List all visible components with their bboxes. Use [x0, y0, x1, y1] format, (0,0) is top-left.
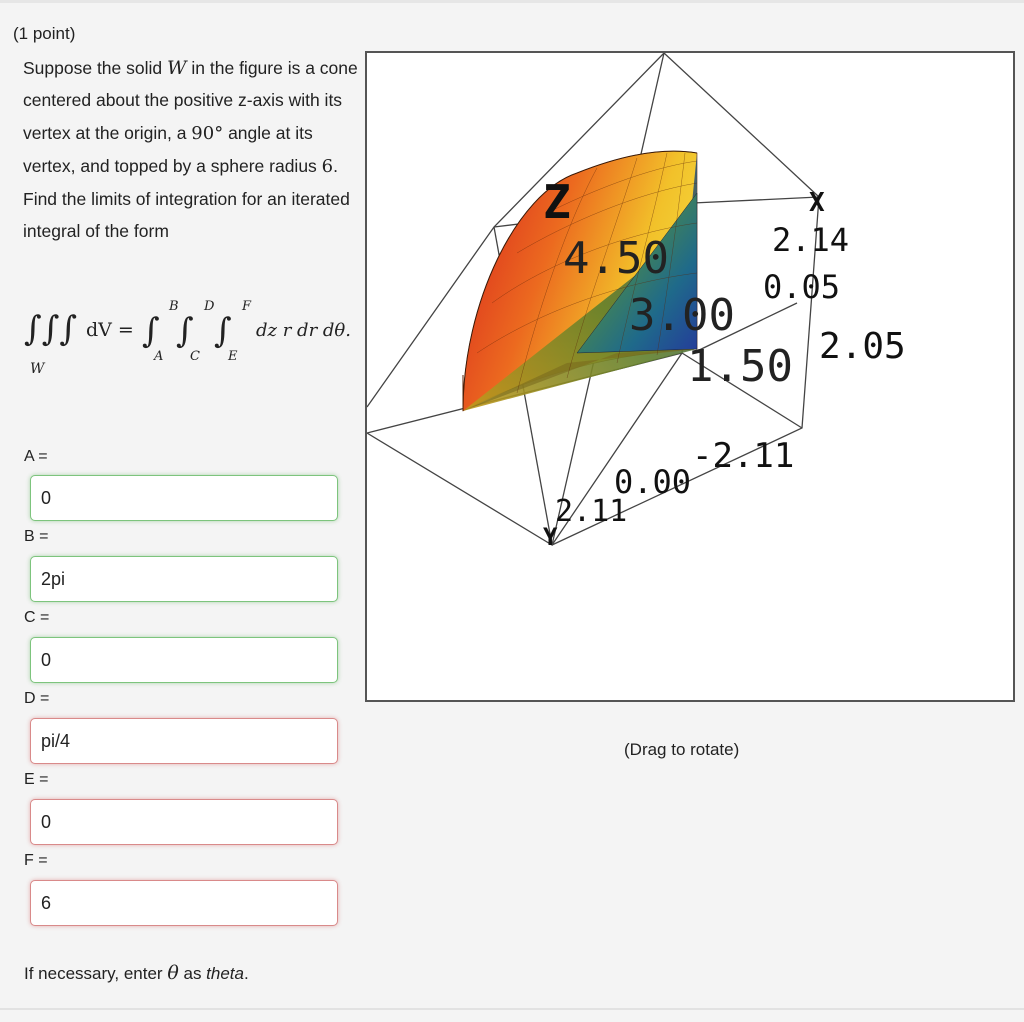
label-c: C =: [24, 609, 50, 626]
note-text-3: .: [243, 964, 249, 983]
x-tick-3: 2.05: [819, 326, 906, 367]
triple-integral-symbol: ∫∫∫: [24, 309, 77, 349]
problem-text-1: Suppose the solid: [23, 58, 167, 78]
entry-note: If necessary, enter θ as theta.: [24, 962, 249, 984]
answer-e-input[interactable]: [30, 799, 338, 845]
limit-A: A: [153, 349, 163, 364]
answer-d-input[interactable]: [30, 718, 338, 764]
theta-symbol: θ: [167, 962, 179, 984]
integral-sign-3: ∫: [214, 311, 232, 351]
label-b: B =: [24, 528, 49, 545]
z-tick-1: 4.50: [563, 233, 669, 284]
angle-value: 90°: [191, 122, 224, 144]
answer-a-input[interactable]: [30, 475, 338, 521]
label-e: E =: [24, 771, 49, 788]
z-tick-2: 3.00: [629, 290, 735, 341]
top-divider: [0, 0, 1024, 3]
integral-sign-2: ∫: [176, 311, 194, 351]
x-tick-2: 0.05: [763, 268, 840, 306]
bottom-divider: [0, 1008, 1024, 1010]
region-label: W: [30, 361, 46, 377]
3d-cone-graph[interactable]: Z 4.50 3.00 1.50 X 2.14 0.05 2.05 Y -2.1…: [365, 51, 1015, 702]
note-text-1: If necessary, enter: [24, 964, 168, 983]
z-axis-label: Z: [543, 175, 571, 229]
y-tick-3: 2.11: [555, 494, 627, 529]
rotate-hint: (Drag to rotate): [624, 740, 740, 759]
label-f: F =: [24, 852, 48, 869]
answer-f-input[interactable]: [30, 880, 338, 926]
limit-F: F: [241, 299, 252, 314]
point-value: (1 point): [13, 24, 76, 43]
radius-value: 6: [321, 155, 334, 177]
integral-formula: ∫∫∫ W dV = ∫ B A ∫ D C ∫ F E dz r dr dθ.: [24, 290, 364, 380]
x-axis-label: X: [809, 188, 825, 218]
integral-sign-1: ∫: [142, 311, 160, 351]
differentials: dz r dr dθ.: [256, 320, 351, 341]
var-w: W: [167, 57, 187, 79]
problem-statement: Suppose the solid W in the figure is a c…: [23, 52, 358, 248]
z-tick-3: 1.50: [687, 341, 793, 392]
theta-keyword: theta: [206, 964, 244, 983]
label-a: A =: [24, 448, 48, 465]
answer-c-input[interactable]: [30, 637, 338, 683]
label-d: D =: [24, 690, 50, 707]
integrand-label: dV =: [86, 319, 134, 341]
limit-E: E: [227, 349, 238, 364]
x-tick-1: 2.14: [772, 221, 849, 259]
note-text-2: as: [178, 964, 207, 983]
limit-C: C: [190, 349, 200, 364]
answer-b-input[interactable]: [30, 556, 338, 602]
y-tick-1: -2.11: [692, 436, 794, 476]
